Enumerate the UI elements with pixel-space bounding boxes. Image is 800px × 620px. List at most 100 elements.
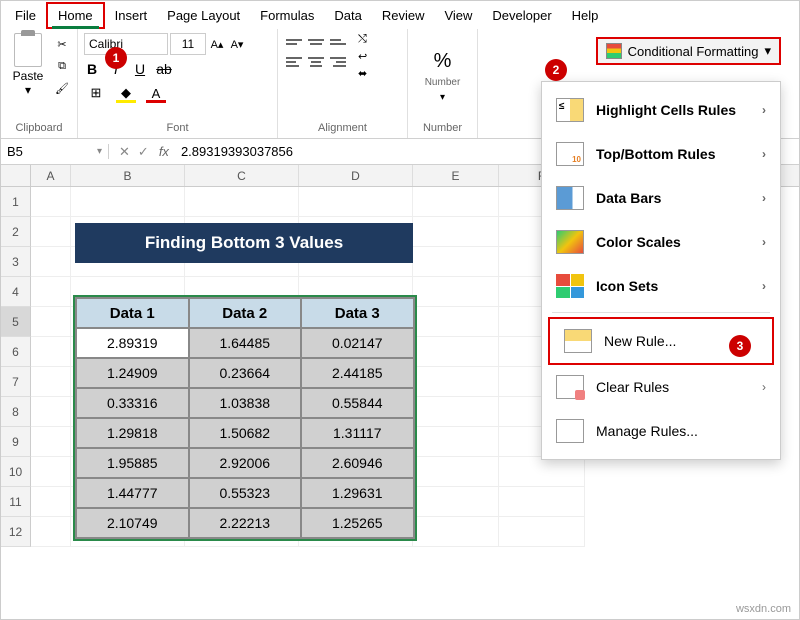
group-font: A▴ A▾ B I U ab ⊞ ◆ A Font <box>78 29 278 138</box>
borders-button[interactable]: ⊞ <box>84 83 108 103</box>
bold-button[interactable]: B <box>84 61 100 77</box>
row-header-3[interactable]: 3 <box>1 247 31 277</box>
header-data2[interactable]: Data 2 <box>189 298 302 328</box>
tab-page-layout[interactable]: Page Layout <box>157 4 250 27</box>
row-header-2[interactable]: 2 <box>1 217 31 247</box>
decrease-font-button[interactable]: A▾ <box>228 33 246 55</box>
cell-b6[interactable]: 1.24909 <box>76 358 189 388</box>
font-name-input[interactable] <box>84 33 168 55</box>
col-header-a[interactable]: A <box>31 165 71 186</box>
align-bottom[interactable] <box>328 33 348 51</box>
cell-b7[interactable]: 0.33316 <box>76 388 189 418</box>
cf-clear-rules[interactable]: Clear Rules › <box>542 365 780 409</box>
font-size-input[interactable] <box>170 33 206 55</box>
menu-separator <box>552 312 770 313</box>
align-top[interactable] <box>284 33 304 51</box>
percent-button[interactable]: % <box>434 50 452 73</box>
cell-b8[interactable]: 1.29818 <box>76 418 189 448</box>
fx-icon[interactable]: fx <box>159 144 175 159</box>
tab-review[interactable]: Review <box>372 4 435 27</box>
cell-d9[interactable]: 2.60946 <box>301 448 414 478</box>
cell-b10[interactable]: 1.44777 <box>76 478 189 508</box>
row-header-6[interactable]: 6 <box>1 337 31 367</box>
cf-databars-label: Data Bars <box>596 190 661 206</box>
accept-formula-button[interactable]: ✓ <box>138 144 149 160</box>
tab-view[interactable]: View <box>434 4 482 27</box>
col-header-e[interactable]: E <box>413 165 499 186</box>
number-group-label: Number <box>414 120 471 136</box>
name-box[interactable]: B5 ▾ <box>1 144 109 159</box>
row-header-7[interactable]: 7 <box>1 367 31 397</box>
cf-top-bottom-rules[interactable]: Top/Bottom Rules › <box>542 132 780 176</box>
wrap-text-button[interactable]: ↩ <box>358 50 367 63</box>
cell-b9[interactable]: 1.95885 <box>76 448 189 478</box>
row-header-12[interactable]: 12 <box>1 517 31 547</box>
conditional-formatting-button[interactable]: Conditional Formatting ▾ <box>596 37 781 65</box>
format-painter-button[interactable]: 🖌 <box>53 79 71 97</box>
align-left[interactable] <box>284 53 304 71</box>
cell-b5[interactable]: 2.89319 <box>76 328 189 358</box>
chevron-down-icon: ▾ <box>25 83 31 97</box>
strike-button[interactable]: ab <box>156 61 172 77</box>
col-header-c[interactable]: C <box>185 165 299 186</box>
cf-manage-rules[interactable]: Manage Rules... <box>542 409 780 453</box>
cell-c11[interactable]: 2.22213 <box>189 508 302 538</box>
cell-d7[interactable]: 0.55844 <box>301 388 414 418</box>
group-clipboard: Paste ▾ ✂ ⧉ 🖌 Clipboard <box>1 29 78 138</box>
tab-formulas[interactable]: Formulas <box>250 4 324 27</box>
cell-d6[interactable]: 2.44185 <box>301 358 414 388</box>
tab-data[interactable]: Data <box>324 4 371 27</box>
chevron-down-icon[interactable]: ▾ <box>440 92 445 103</box>
tab-home[interactable]: Home <box>46 2 105 29</box>
align-middle[interactable] <box>306 33 326 51</box>
align-center[interactable] <box>306 53 326 71</box>
formula-input[interactable]: 2.89319393037856 <box>175 144 293 159</box>
cf-data-bars[interactable]: Data Bars › <box>542 176 780 220</box>
underline-button[interactable]: U <box>132 61 148 77</box>
merge-button[interactable]: ⬌ <box>358 67 367 80</box>
font-color-button[interactable]: A <box>144 83 168 103</box>
row-header-5[interactable]: 5 <box>1 307 31 337</box>
icon-sets-icon <box>556 274 584 298</box>
row-header-9[interactable]: 9 <box>1 427 31 457</box>
cell-c7[interactable]: 1.03838 <box>189 388 302 418</box>
cf-highlight-cells-rules[interactable]: Highlight Cells Rules › <box>542 88 780 132</box>
cell-c8[interactable]: 1.50682 <box>189 418 302 448</box>
cell-d10[interactable]: 1.29631 <box>301 478 414 508</box>
align-right[interactable] <box>328 53 348 71</box>
tab-help[interactable]: Help <box>562 4 609 27</box>
row-header-11[interactable]: 11 <box>1 487 31 517</box>
paste-button[interactable]: Paste ▾ <box>7 33 49 97</box>
cell-c6[interactable]: 0.23664 <box>189 358 302 388</box>
cut-button[interactable]: ✂ <box>53 35 71 53</box>
fill-color-button[interactable]: ◆ <box>114 83 138 103</box>
row-header-4[interactable]: 4 <box>1 277 31 307</box>
cell-b11[interactable]: 2.10749 <box>76 508 189 538</box>
cell-d11[interactable]: 1.25265 <box>301 508 414 538</box>
header-data1[interactable]: Data 1 <box>76 298 189 328</box>
cell-d5[interactable]: 0.02147 <box>301 328 414 358</box>
cf-color-scales[interactable]: Color Scales › <box>542 220 780 264</box>
group-alignment: ⤭ ↩ ⬌ Alignment <box>278 29 408 138</box>
row-header-1[interactable]: 1 <box>1 187 31 217</box>
row-header-8[interactable]: 8 <box>1 397 31 427</box>
tab-file[interactable]: File <box>5 4 46 27</box>
tab-developer[interactable]: Developer <box>482 4 561 27</box>
cell-d8[interactable]: 1.31117 <box>301 418 414 448</box>
orientation-button[interactable]: ⤭ <box>358 33 367 46</box>
cell-c5[interactable]: 1.64485 <box>189 328 302 358</box>
header-data3[interactable]: Data 3 <box>301 298 414 328</box>
cf-icon-sets[interactable]: Icon Sets › <box>542 264 780 308</box>
cell-c10[interactable]: 0.55323 <box>189 478 302 508</box>
cancel-formula-button[interactable]: ✕ <box>119 144 130 160</box>
copy-button[interactable]: ⧉ <box>53 57 71 75</box>
col-header-d[interactable]: D <box>299 165 413 186</box>
select-all-corner[interactable] <box>1 165 31 186</box>
row-header-10[interactable]: 10 <box>1 457 31 487</box>
increase-font-button[interactable]: A▴ <box>208 33 226 55</box>
col-header-b[interactable]: B <box>71 165 185 186</box>
cell-c9[interactable]: 2.92006 <box>189 448 302 478</box>
number-format-label: Number <box>425 77 461 88</box>
tab-insert[interactable]: Insert <box>105 4 158 27</box>
data-table[interactable]: Data 1 Data 2 Data 3 2.893191.644850.021… <box>75 297 415 539</box>
